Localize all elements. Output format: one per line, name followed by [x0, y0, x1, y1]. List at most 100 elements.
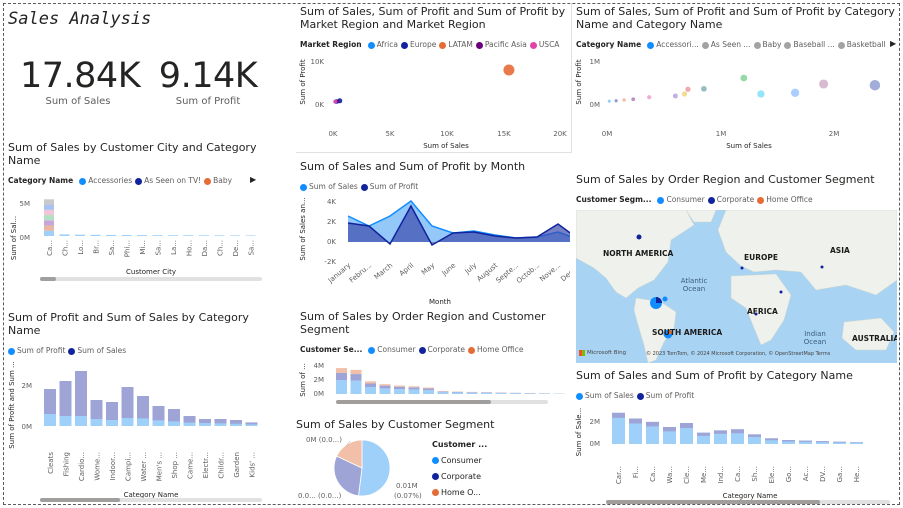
- scatter-point: [647, 95, 652, 100]
- city-legend-item-as-seen[interactable]: As Seen on TV!: [135, 176, 201, 185]
- legend-item-baseball[interactable]: Baseball ...: [784, 40, 835, 49]
- legend-item-as-seen[interactable]: As Seen ...: [701, 40, 751, 49]
- legend-item-home-office[interactable]: Home Office: [757, 195, 813, 204]
- region-segment-scrollbar[interactable]: [336, 400, 548, 404]
- legend-item-africa[interactable]: Africa: [367, 40, 398, 49]
- bar-segment: [481, 392, 492, 394]
- pie-label-top: 0M (0.0...): [306, 436, 342, 444]
- legend-item-sum-sales[interactable]: Sum of Sales: [68, 346, 126, 355]
- legend-item-usca[interactable]: USCA: [529, 40, 559, 49]
- legend-item-consumer[interactable]: Consumer: [368, 345, 416, 354]
- x-tick-label: Cle...: [683, 466, 691, 484]
- profit-category-scrollbar[interactable]: [40, 498, 262, 502]
- x-tick-label: Men's ...: [156, 452, 164, 481]
- bar: [106, 234, 116, 236]
- map-bubble[interactable]: [636, 234, 642, 240]
- rs-ytick: 2M: [314, 376, 325, 384]
- map-bubble[interactable]: [820, 265, 824, 269]
- pie-legend-item-home-office[interactable]: Home O...: [432, 485, 487, 501]
- bar-profit: [697, 432, 710, 436]
- bar-segment: [365, 387, 376, 394]
- sc-xtick: 1M: [716, 130, 727, 138]
- legend-item-corporate[interactable]: Corporate: [707, 195, 754, 204]
- city-chart-scrollbar[interactable]: [40, 277, 262, 281]
- city-legend-item-baby[interactable]: Baby: [204, 176, 232, 185]
- scroll-thumb[interactable]: [336, 400, 491, 404]
- map-bubble[interactable]: [779, 290, 783, 294]
- x-tick-label: March: [373, 261, 394, 281]
- bar-segment: [408, 387, 420, 390]
- scroll-thumb[interactable]: [40, 277, 56, 281]
- bar-segment: [394, 386, 405, 390]
- legend-next-chevron-icon[interactable]: ▶: [890, 39, 896, 48]
- legend-item-sum-profit[interactable]: Sum of Profit: [360, 182, 418, 191]
- scatter-category-legend: Category Name Accessori... As Seen ... B…: [576, 40, 886, 49]
- bar: [44, 220, 54, 226]
- map-bubble-slice: [656, 297, 662, 303]
- bar: [44, 225, 54, 231]
- month-ytick: 4K: [327, 198, 336, 206]
- x-tick-label: Ga...: [836, 466, 844, 482]
- city-chart-xlabel: Customer City: [126, 268, 176, 276]
- legend-item-basketball[interactable]: Basketball: [837, 40, 886, 49]
- legend-item-pacific-asia[interactable]: Pacific Asia: [475, 40, 527, 49]
- legend-item-sum-sales[interactable]: Sum of Sales: [300, 182, 358, 191]
- legend-item-sum-profit[interactable]: Sum of Profit: [636, 391, 694, 400]
- scroll-thumb[interactable]: [40, 498, 120, 502]
- legend-item-consumer[interactable]: Consumer: [657, 195, 705, 204]
- scatter-point: [819, 79, 829, 89]
- bar: [230, 235, 240, 236]
- legend-dot-icon: [432, 473, 439, 480]
- pie-legend: Customer ... Consumer Corporate Home O..…: [432, 437, 487, 501]
- legend-item-accessories[interactable]: Accessori...: [647, 40, 699, 49]
- x-tick-label: Br...: [93, 240, 101, 254]
- profit-category-title: Sum of Profit and Sum of Sales by Catego…: [8, 311, 249, 337]
- pie-legend-item-consumer[interactable]: Consumer: [432, 453, 487, 469]
- world-map[interactable]: NORTH AMERICA EUROPE ASIA AFRICA SOUTH A…: [576, 210, 897, 363]
- scatter-point: [672, 93, 678, 99]
- scroll-thumb[interactable]: [606, 500, 820, 504]
- map-bubble[interactable]: [740, 266, 744, 270]
- map-ocean-indian: Indian Ocean: [803, 330, 827, 346]
- legend-next-chevron-icon[interactable]: ▶: [250, 175, 256, 184]
- sales-category-legend: Sum of Sales Sum of Profit: [576, 391, 694, 400]
- bar-profit: [44, 414, 56, 426]
- bar-profit: [59, 416, 72, 426]
- pie-label-right-1: 0.01M: [396, 482, 418, 490]
- scatter-category-ylabel: Sum of Profit: [575, 59, 583, 104]
- legend-item-latam[interactable]: LATAM: [439, 40, 473, 49]
- city-legend-item-accessories[interactable]: Accessories: [79, 176, 132, 185]
- pie-legend-item-corporate[interactable]: Corporate: [432, 469, 487, 485]
- sr-ytick: 10K: [311, 58, 325, 66]
- x-tick-label: Nove...: [538, 261, 562, 283]
- x-tick-label: Octob...: [515, 261, 541, 285]
- legend-dot-icon: [68, 347, 76, 355]
- bar-profit: [646, 421, 659, 427]
- legend-item-baby[interactable]: Baby: [753, 40, 781, 49]
- bar-profit: [152, 420, 165, 426]
- x-tick-label: Wome...: [94, 452, 102, 481]
- city-legend-title: Category Name: [8, 176, 74, 185]
- region-segment-title: Sum of Sales by Order Region and Custome…: [300, 310, 546, 336]
- bar-segment: [510, 393, 521, 394]
- legend-dot-icon: [757, 196, 765, 204]
- kpi-profit-card[interactable]: 9.14K Sum of Profit: [150, 56, 266, 107]
- map-bubble[interactable]: [662, 296, 668, 302]
- x-tick-label: Mi...: [139, 240, 147, 255]
- scatter-point: [333, 99, 338, 104]
- x-tick-label: Cleats: [47, 452, 55, 474]
- bar-profit: [106, 420, 118, 426]
- scatter-region-legend-title: Market Region: [300, 40, 362, 49]
- bar-segment: [466, 392, 478, 393]
- kpi-sales-card[interactable]: 17.84K Sum of Sales: [20, 56, 141, 107]
- map-label-africa: AFRICA: [747, 307, 778, 316]
- bar-segment: [524, 393, 536, 394]
- legend-item-sum-sales[interactable]: Sum of Sales: [576, 391, 634, 400]
- microsoft-logo-icon: [579, 350, 585, 356]
- legend-item-europe[interactable]: Europe: [400, 40, 436, 49]
- legend-item-sum-profit[interactable]: Sum of Profit: [8, 346, 65, 355]
- city-chart-title: Sum of Sales by Customer City and Catego…: [8, 141, 257, 167]
- sales-category-scrollbar[interactable]: [606, 500, 890, 504]
- legend-item-home-office[interactable]: Home Office: [468, 345, 523, 354]
- legend-item-corporate[interactable]: Corporate: [418, 345, 465, 354]
